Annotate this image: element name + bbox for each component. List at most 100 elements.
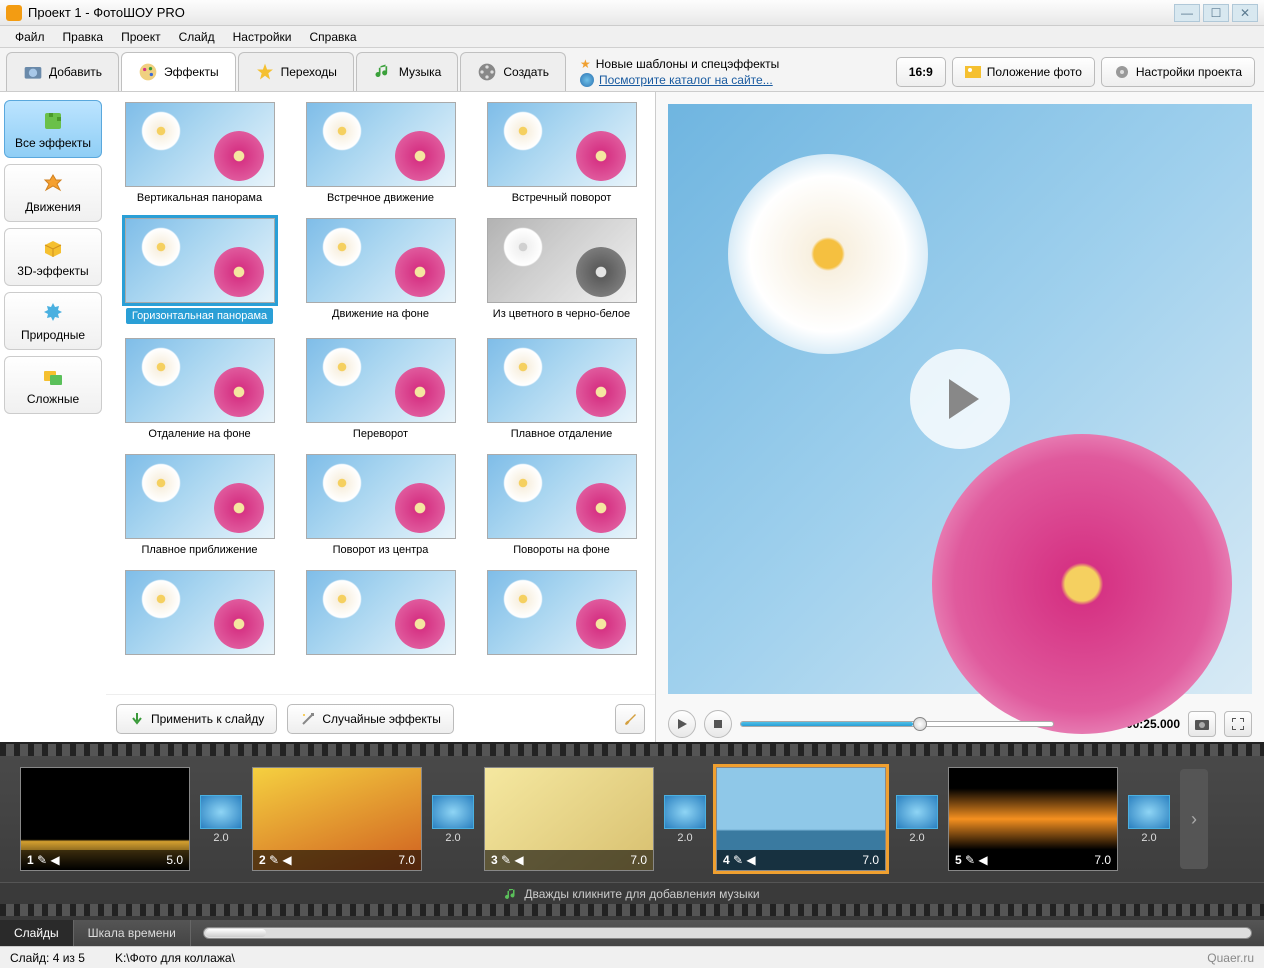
filmstrip-top [0, 744, 1264, 756]
slide-2[interactable]: 2 ✎ ◀7.0 [252, 767, 422, 871]
menu-project[interactable]: Проект [112, 30, 170, 44]
aspect-button[interactable]: 16:9 [896, 57, 946, 87]
transition-2[interactable]: 2.0 [432, 795, 474, 844]
random-effects-button[interactable]: Случайные эффекты [287, 704, 454, 734]
music-track[interactable]: Дважды кликните для добавления музыки [0, 882, 1264, 904]
transition-3[interactable]: 2.0 [664, 795, 706, 844]
project-settings-button[interactable]: Настройки проекта [1101, 57, 1255, 87]
apply-to-slide-button[interactable]: Применить к слайду [116, 704, 277, 734]
app-icon [6, 5, 22, 21]
promo-link[interactable]: Посмотрите каталог на сайте... [599, 73, 773, 87]
menu-help[interactable]: Справка [300, 30, 365, 44]
stop-button[interactable] [704, 710, 732, 738]
promo-area: ★Новые шаблоны и спецэффекты Посмотрите … [568, 52, 893, 91]
effect-item-4[interactable]: Движение на фоне [295, 218, 466, 324]
category-3[interactable]: Природные [4, 292, 102, 350]
slide-bar: 2 ✎ ◀7.0 [253, 850, 421, 870]
snapshot-button[interactable] [1188, 711, 1216, 737]
titlebar: Проект 1 - ФотоШОУ PRO — ☐ ✕ [0, 0, 1264, 26]
scrollbar-thumb[interactable] [206, 929, 266, 937]
fullscreen-icon [1232, 718, 1244, 730]
maximize-button[interactable]: ☐ [1203, 4, 1229, 22]
seek-track[interactable] [740, 721, 1054, 727]
close-button[interactable]: ✕ [1232, 4, 1258, 22]
category-1[interactable]: Движения [4, 164, 102, 222]
effect-label: Горизонтальная панорама [126, 308, 273, 324]
transition-thumb [432, 795, 474, 829]
effects-grid-wrap[interactable]: Вертикальная панорамаВстречное движениеВ… [106, 92, 655, 742]
menu-edit[interactable]: Правка [54, 30, 113, 44]
tab-timeline[interactable]: Шкала времени [74, 920, 191, 946]
effect-item-13[interactable] [295, 570, 466, 660]
tab-slides[interactable]: Слайды [0, 920, 74, 946]
promo-text1: Новые шаблоны и спецэффекты [596, 57, 780, 71]
slide-bar: 5 ✎ ◀7.0 [949, 850, 1117, 870]
category-4[interactable]: Сложные [4, 356, 102, 414]
toolbar-row: Добавить Эффекты Переходы Музыка Создать… [0, 48, 1264, 92]
status-bar: Слайд: 4 из 5 K:\Фото для коллажа\ Quaer… [0, 946, 1264, 968]
tab-transitions[interactable]: Переходы [238, 52, 354, 91]
effects-grid: Вертикальная панорамаВстречное движениеВ… [114, 102, 647, 660]
timeline-scrollbar[interactable] [203, 927, 1252, 939]
effect-item-3[interactable]: Горизонтальная панорама [114, 218, 285, 324]
effect-thumb [306, 338, 456, 423]
play-button[interactable] [668, 710, 696, 738]
tab-create[interactable]: Создать [460, 52, 566, 91]
fullscreen-button[interactable] [1224, 711, 1252, 737]
effect-item-2[interactable]: Встречный поворот [476, 102, 647, 204]
effect-item-11[interactable]: Повороты на фоне [476, 454, 647, 556]
preview-area[interactable] [668, 104, 1252, 694]
slide-4[interactable]: 4 ✎ ◀7.0 [716, 767, 886, 871]
slide-bar: 1 ✎ ◀5.0 [21, 850, 189, 870]
effect-item-7[interactable]: Переворот [295, 338, 466, 440]
effect-item-10[interactable]: Поворот из центра [295, 454, 466, 556]
star-icon [255, 62, 275, 82]
effect-label: Переворот [353, 428, 408, 440]
category-icon [41, 109, 65, 133]
effect-label: Движение на фоне [332, 308, 429, 320]
transition-thumb [200, 795, 242, 829]
status-path: K:\Фото для коллажа\ [115, 951, 235, 965]
effect-item-6[interactable]: Отдаление на фоне [114, 338, 285, 440]
effect-thumb [487, 102, 637, 187]
category-2[interactable]: 3D-эффекты [4, 228, 102, 286]
effect-thumb [306, 102, 456, 187]
tab-effects[interactable]: Эффекты [121, 52, 236, 91]
effects-panel: Все эффекты Движения 3D-эффекты Природные Сл… [0, 92, 656, 742]
transition-1[interactable]: 2.0 [200, 795, 242, 844]
tab-add[interactable]: Добавить [6, 52, 119, 91]
effect-item-5[interactable]: Из цветного в черно-белое [476, 218, 647, 324]
effect-item-0[interactable]: Вертикальная панорама [114, 102, 285, 204]
effect-item-8[interactable]: Плавное отдаление [476, 338, 647, 440]
tab-music[interactable]: Музыка [356, 52, 458, 91]
next-slide-button[interactable]: › [1180, 769, 1208, 869]
preview-play-overlay[interactable] [910, 349, 1010, 449]
slide-3[interactable]: 3 ✎ ◀7.0 [484, 767, 654, 871]
slide-5[interactable]: 5 ✎ ◀7.0 [948, 767, 1118, 871]
menu-slide[interactable]: Слайд [170, 30, 224, 44]
slide-1[interactable]: 1 ✎ ◀5.0 [20, 767, 190, 871]
transition-4[interactable]: 2.0 [896, 795, 938, 844]
brush-button[interactable] [615, 704, 645, 734]
status-brand: Quaer.ru [1207, 951, 1254, 965]
effect-thumb [487, 218, 637, 303]
effect-item-12[interactable] [114, 570, 285, 660]
category-0[interactable]: Все эффекты [4, 100, 102, 158]
minimize-button[interactable]: — [1174, 4, 1200, 22]
transition-5[interactable]: 2.0 [1128, 795, 1170, 844]
preview-flower-white [728, 154, 928, 354]
effect-item-9[interactable]: Плавное приближение [114, 454, 285, 556]
effect-thumb [125, 454, 275, 539]
music-note-icon [504, 887, 518, 901]
menu-file[interactable]: Файл [6, 30, 54, 44]
menu-settings[interactable]: Настройки [224, 30, 301, 44]
seek-knob[interactable] [913, 717, 927, 731]
filmstrip-bottom [0, 904, 1264, 916]
effect-item-1[interactable]: Встречное движение [295, 102, 466, 204]
effect-label: Плавное приближение [141, 544, 257, 556]
effect-item-14[interactable] [476, 570, 647, 660]
bottom-tabs: Слайды Шкала времени [0, 920, 1264, 946]
brush-icon [622, 711, 638, 727]
effects-actions-bar: Применить к слайду Случайные эффекты [106, 694, 655, 742]
photo-position-button[interactable]: Положение фото [952, 57, 1095, 87]
